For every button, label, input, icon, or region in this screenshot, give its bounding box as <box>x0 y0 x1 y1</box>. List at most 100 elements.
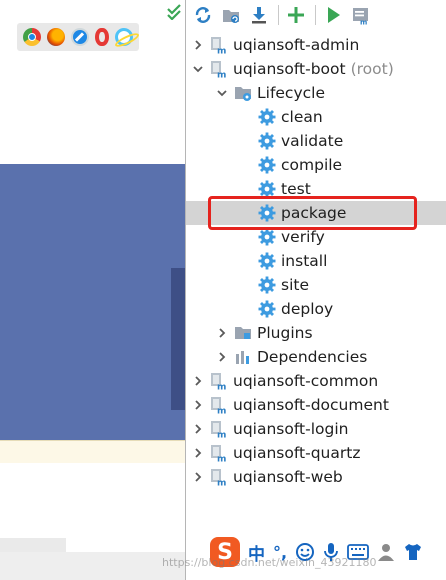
chevron-right-icon[interactable] <box>192 399 204 411</box>
chevron-right-icon[interactable] <box>216 327 228 339</box>
maven-projects-panel: m m uqiansoft-admin m uqiansoft-boot (root) L… <box>185 0 446 580</box>
maven-module-icon: m <box>210 60 228 81</box>
tree-node-label: clean <box>281 108 323 126</box>
chrome-icon[interactable] <box>23 28 41 46</box>
chevron-right-icon[interactable] <box>192 39 204 51</box>
dependencies-icon <box>234 348 252 366</box>
gear-icon <box>258 108 276 126</box>
tree-node-label: package <box>281 204 347 222</box>
chevron-right-icon[interactable] <box>216 351 228 363</box>
chevron-right-icon[interactable] <box>192 471 204 483</box>
lifecycle-folder-icon <box>234 84 252 102</box>
tree-node-compile[interactable]: compile <box>186 153 446 177</box>
maven-module-icon: m <box>210 468 228 489</box>
svg-text:m: m <box>217 71 226 79</box>
run-icon[interactable] <box>322 4 344 26</box>
tree-node-uqiansoft-boot[interactable]: m uqiansoft-boot (root) <box>186 57 446 81</box>
chevron-right-icon[interactable] <box>192 423 204 435</box>
reimport-icon[interactable] <box>220 4 242 26</box>
tree-node-uqiansoft-document[interactable]: m uqiansoft-document <box>186 393 446 417</box>
tree-node-plugins[interactable]: Plugins <box>186 321 446 345</box>
tree-node-label: verify <box>281 228 325 246</box>
watermark: https://blog.csdn.net/weixin_43921180 <box>162 556 377 569</box>
editor-area <box>0 0 185 580</box>
download-icon[interactable] <box>248 4 270 26</box>
tree-node-label: test <box>281 180 311 198</box>
gear-icon <box>258 300 276 318</box>
tree-node-label: uqiansoft-quartz <box>233 444 361 462</box>
chevron-down-icon[interactable] <box>216 87 228 99</box>
editor-blue-panel <box>0 164 185 440</box>
tree-node-label: deploy <box>281 300 334 318</box>
tree-node-label: uqiansoft-web <box>233 468 343 486</box>
inspection-ok-icon[interactable] <box>166 4 182 20</box>
toolbar-separator <box>278 5 279 25</box>
chevron-down-icon[interactable] <box>192 63 204 75</box>
svg-text:m: m <box>217 47 226 55</box>
browser-preview-bar <box>17 23 139 51</box>
tree-node-suffix: (root) <box>350 60 394 78</box>
svg-text:m: m <box>217 383 226 391</box>
tree-node-label: install <box>281 252 328 270</box>
svg-text:m: m <box>217 479 226 487</box>
add-icon[interactable] <box>285 4 307 26</box>
tree-node-label: site <box>281 276 309 294</box>
svg-text:m: m <box>217 407 226 415</box>
user-icon[interactable] <box>377 542 395 562</box>
tree-node-install[interactable]: install <box>186 249 446 273</box>
gear-icon <box>258 132 276 150</box>
shirt-icon[interactable] <box>403 543 423 561</box>
execute-goal-icon[interactable]: m <box>350 4 372 26</box>
chevron-right-icon[interactable] <box>192 447 204 459</box>
horizontal-scrollbar[interactable] <box>0 538 66 552</box>
tree-node-uqiansoft-login[interactable]: m uqiansoft-login <box>186 417 446 441</box>
gear-icon <box>258 180 276 198</box>
refresh-icon[interactable] <box>192 4 214 26</box>
maven-module-icon: m <box>210 372 228 393</box>
opera-icon[interactable] <box>95 28 109 46</box>
tree-node-site[interactable]: site <box>186 273 446 297</box>
tree-node-verify[interactable]: verify <box>186 225 446 249</box>
editor-scroll-thumb[interactable] <box>171 268 185 410</box>
status-bar <box>0 552 185 580</box>
gear-icon <box>258 276 276 294</box>
maven-module-icon: m <box>210 420 228 441</box>
tree-node-clean[interactable]: clean <box>186 105 446 129</box>
safari-icon[interactable] <box>71 28 89 46</box>
tree-node-label: uqiansoft-admin <box>233 36 360 54</box>
gear-icon <box>258 204 276 222</box>
tree-node-uqiansoft-web[interactable]: m uqiansoft-web <box>186 465 446 489</box>
ie-icon[interactable] <box>115 28 133 46</box>
tree-node-uqiansoft-common[interactable]: m uqiansoft-common <box>186 369 446 393</box>
tree-node-uqiansoft-quartz[interactable]: m uqiansoft-quartz <box>186 441 446 465</box>
tree-node-label: uqiansoft-document <box>233 396 389 414</box>
tree-node-uqiansoft-admin[interactable]: m uqiansoft-admin <box>186 33 446 57</box>
tree-node-package[interactable]: package <box>186 201 446 225</box>
maven-module-icon: m <box>210 396 228 417</box>
tree-node-label: uqiansoft-common <box>233 372 379 390</box>
chevron-right-icon[interactable] <box>192 375 204 387</box>
tree-node-label: compile <box>281 156 343 174</box>
tree-node-lifecycle[interactable]: Lifecycle <box>186 81 446 105</box>
tree-node-deploy[interactable]: deploy <box>186 297 446 321</box>
tree-node-label: Lifecycle <box>257 84 325 102</box>
tree-node-dependencies[interactable]: Dependencies <box>186 345 446 369</box>
gear-icon <box>258 228 276 246</box>
svg-text:m: m <box>360 19 367 26</box>
firefox-icon[interactable] <box>47 28 65 46</box>
tree-node-label: Plugins <box>257 324 313 342</box>
tree-node-label: Dependencies <box>257 348 368 366</box>
tree-node-validate[interactable]: validate <box>186 129 446 153</box>
tree-node-test[interactable]: test <box>186 177 446 201</box>
svg-text:m: m <box>217 455 226 463</box>
plugins-folder-icon <box>234 324 252 342</box>
